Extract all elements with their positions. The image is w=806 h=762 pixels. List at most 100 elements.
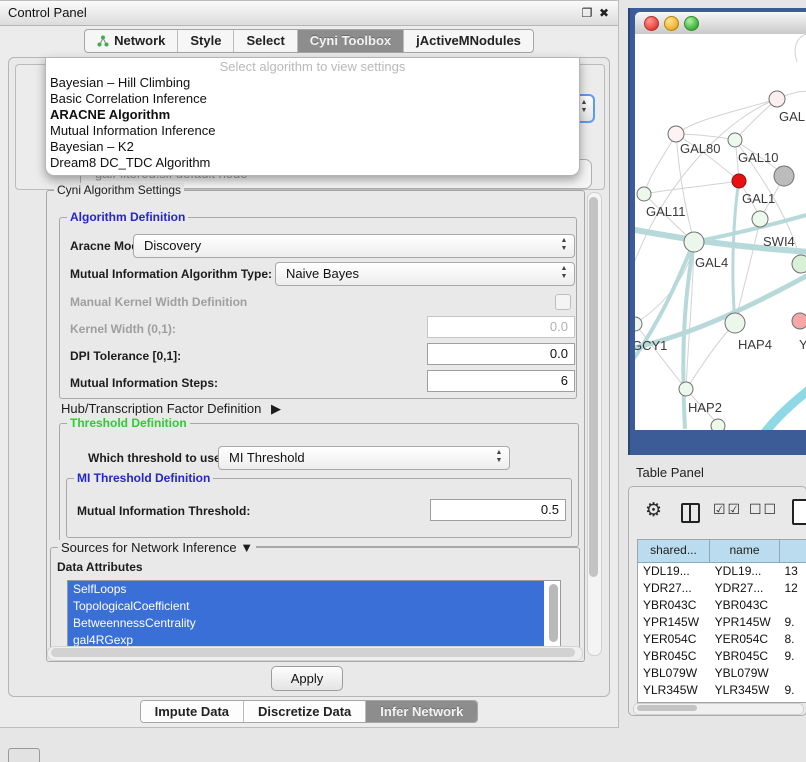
table-cell[interactable] [779,665,806,682]
tab-network[interactable]: Network [85,30,178,52]
table-cell[interactable]: YLR345W [638,682,710,699]
table-cell[interactable]: 13 [779,563,806,580]
table-row[interactable]: YER054CYER054C8. [638,631,806,648]
file-icon[interactable] [792,499,806,525]
column-header[interactable]: shared... [638,540,710,562]
network-canvas[interactable]: GAL80 GAL10 GAL1 GAL11 SWI4 GAL4 GCY1 HA… [635,34,806,430]
deselect-all-checkboxes-icon[interactable]: ☐☐ [749,501,778,518]
select-all-checkboxes-icon[interactable]: ☑☑ [713,501,742,518]
network-node[interactable] [792,255,806,273]
data-attribute-item[interactable]: BetweennessCentrality [68,615,544,632]
table-cell[interactable]: YLR345W [710,682,780,699]
columns-icon[interactable] [681,503,700,523]
table-cell[interactable] [779,597,806,614]
data-attribute-item[interactable]: TopologicalCoefficient [68,598,544,615]
settings-horizontal-scrollbar[interactable] [47,646,583,661]
table-row[interactable]: YPR145WYPR145W9. [638,614,806,631]
algorithm-option[interactable]: Basic Correlation Inference [46,91,579,107]
table-cell[interactable]: YBL079W [710,665,780,682]
table-cell[interactable]: YBR043C [638,597,710,614]
manual-kernel-checkbox[interactable] [555,294,571,310]
table-cell[interactable]: YBR045C [710,648,780,665]
table-cell[interactable]: 8. [779,631,806,648]
sources-title[interactable]: Sources for Network Inference ▼ [58,540,256,555]
hub-definition-toggle[interactable]: Hub/Transcription Factor Definition ▶ [61,401,281,417]
algorithm-option[interactable]: ARACNE Algorithm [46,107,579,123]
node-label: GAL4 [695,255,728,270]
table-cell[interactable]: 9. [779,682,806,699]
table-row[interactable]: YLR345WYLR345W9. [638,682,806,699]
zoom-traffic-light-icon[interactable] [684,16,699,31]
table-cell[interactable]: 12 [779,580,806,597]
scrollbar-thumb[interactable] [637,705,697,711]
tab-jactivemnodules[interactable]: jActiveMNodules [404,30,533,52]
dpi-tolerance-input[interactable]: 0.0 [427,343,575,365]
close-traffic-light-icon[interactable] [644,16,659,31]
network-node[interactable] [668,126,684,142]
gear-icon[interactable]: ⚙ [645,499,662,522]
table-cell[interactable]: YBL079W [638,665,710,682]
network-node[interactable] [792,313,806,329]
network-node[interactable] [684,232,704,252]
algorithm-option[interactable]: Mutual Information Inference [46,123,579,139]
table-cell[interactable]: YDL19... [710,563,780,580]
table-row[interactable]: YDL19...YDL19...13 [638,563,806,580]
table-cell[interactable]: YDR27... [638,580,710,597]
algorithm-option[interactable]: Bayesian – Hill Climbing [46,75,579,91]
algorithm-option[interactable]: Bayesian – K2 [46,139,579,155]
kernel-width-label: Kernel Width (0,1): [70,322,176,336]
table-row[interactable]: YBL079WYBL079W [638,665,806,682]
table-cell[interactable]: YER054C [710,631,780,648]
table-cell[interactable]: YBR043C [710,597,780,614]
network-node-selected[interactable] [732,174,746,188]
data-attribute-item[interactable]: SelfLoops [68,581,544,598]
table-horizontal-scrollbar[interactable] [633,703,804,715]
table-row[interactable]: YDR27...YDR27...12 [638,580,806,597]
node-attribute-table[interactable]: shared... name YDL19...YDL19...13YDR27..… [637,539,806,703]
list-scrollbar[interactable] [549,584,558,642]
mi-steps-input[interactable]: 6 [427,370,575,392]
table-row[interactable]: YBR045CYBR045C9. [638,648,806,665]
tab-impute-data[interactable]: Impute Data [141,701,244,722]
which-threshold-combo[interactable]: MI Threshold ▲▼ [218,446,510,470]
settings-scrollbar[interactable] [587,192,602,656]
collapsed-panel-stub[interactable] [8,748,40,762]
tab-style[interactable]: Style [178,30,234,52]
table-cell[interactable]: YER054C [638,631,710,648]
network-node[interactable] [637,187,651,201]
network-node[interactable] [728,133,742,147]
network-node[interactable] [774,166,794,186]
network-node[interactable] [711,419,725,430]
column-header[interactable]: name [710,540,780,562]
mi-type-combo[interactable]: Naive Bayes ▲▼ [275,262,575,286]
scrollbar-thumb[interactable] [589,197,598,577]
table-cell[interactable]: YBR045C [638,648,710,665]
table-cell[interactable]: 9. [779,614,806,631]
table-cell[interactable]: YDL19... [638,563,710,580]
apply-button[interactable]: Apply [271,666,343,691]
kernel-width-input[interactable]: 0.0 [427,316,575,338]
table-cell[interactable]: YDR27... [710,580,780,597]
close-icon[interactable]: ✖ [597,6,611,20]
network-node[interactable] [752,211,768,227]
table-cell[interactable]: YPR145W [710,614,780,631]
tab-discretize-data[interactable]: Discretize Data [244,701,366,722]
network-node[interactable] [769,91,785,107]
column-header[interactable] [780,540,804,562]
mi-threshold-input[interactable]: 0.5 [430,499,566,521]
algorithm-option[interactable]: Dream8 DC_TDC Algorithm [46,155,579,171]
tab-cyni-toolbox[interactable]: Cyni Toolbox [298,30,404,52]
tab-infer-network[interactable]: Infer Network [366,701,477,722]
float-window-icon[interactable]: ❐ [580,6,594,20]
table-cell[interactable]: YPR145W [638,614,710,631]
aracne-mode-combo[interactable]: Discovery ▲▼ [133,234,575,258]
scrollbar-thumb[interactable] [51,648,575,657]
network-node[interactable] [635,317,642,331]
network-node[interactable] [679,382,693,396]
data-attributes-list[interactable]: SelfLoopsTopologicalCoefficientBetweenne… [67,580,561,650]
table-row[interactable]: YBR043CYBR043C [638,597,806,614]
table-cell[interactable]: 9. [779,648,806,665]
minimize-traffic-light-icon[interactable] [664,16,679,31]
network-node[interactable] [725,313,745,333]
tab-select[interactable]: Select [234,30,297,52]
